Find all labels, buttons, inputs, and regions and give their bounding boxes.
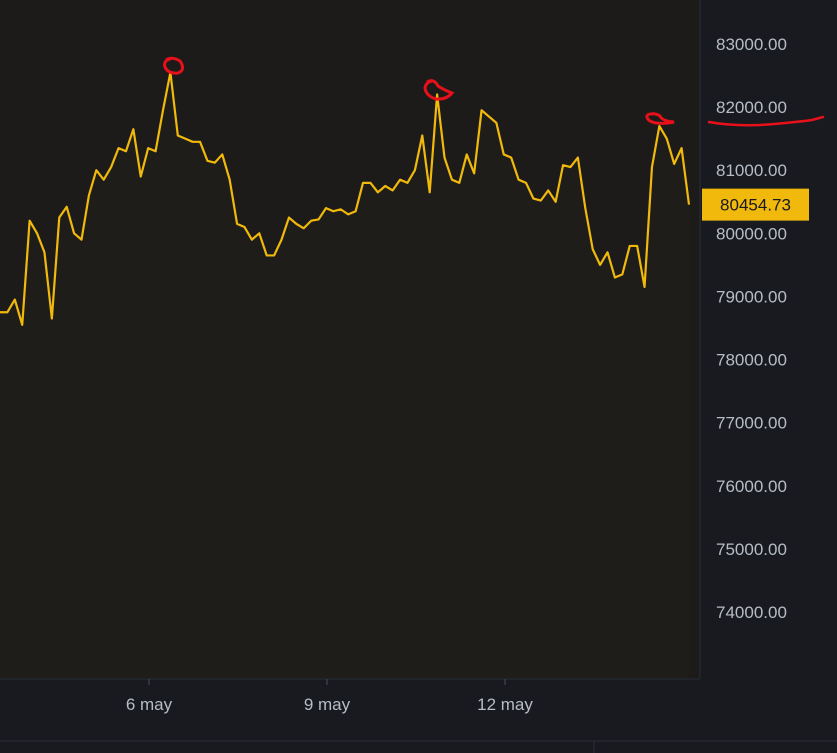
plot-area xyxy=(0,0,699,678)
y-tick-label: 77000.00 xyxy=(716,414,787,433)
price-chart: 74000.00 75000.00 76000.00 77000.00 78000.00… xyxy=(0,0,837,753)
current-price-label: 80454.73 xyxy=(720,196,791,215)
y-tick-label: 78000.00 xyxy=(716,351,787,370)
y-tick-label: 80000.00 xyxy=(716,224,787,243)
x-tick-label: 6 may xyxy=(126,695,173,714)
y-tick-label: 75000.00 xyxy=(716,540,787,559)
y-tick-label: 82000.00 xyxy=(716,98,787,117)
y-tick-label: 81000.00 xyxy=(716,161,787,180)
y-tick-label: 74000.00 xyxy=(716,603,787,622)
x-tick-label: 9 may xyxy=(304,695,351,714)
y-tick-label: 79000.00 xyxy=(716,287,787,306)
chart-svg: 74000.00 75000.00 76000.00 77000.00 78000.00… xyxy=(0,0,837,753)
y-tick-label: 83000.00 xyxy=(716,35,787,54)
x-tick-label: 12 may xyxy=(477,695,533,714)
y-tick-label: 76000.00 xyxy=(716,477,787,496)
